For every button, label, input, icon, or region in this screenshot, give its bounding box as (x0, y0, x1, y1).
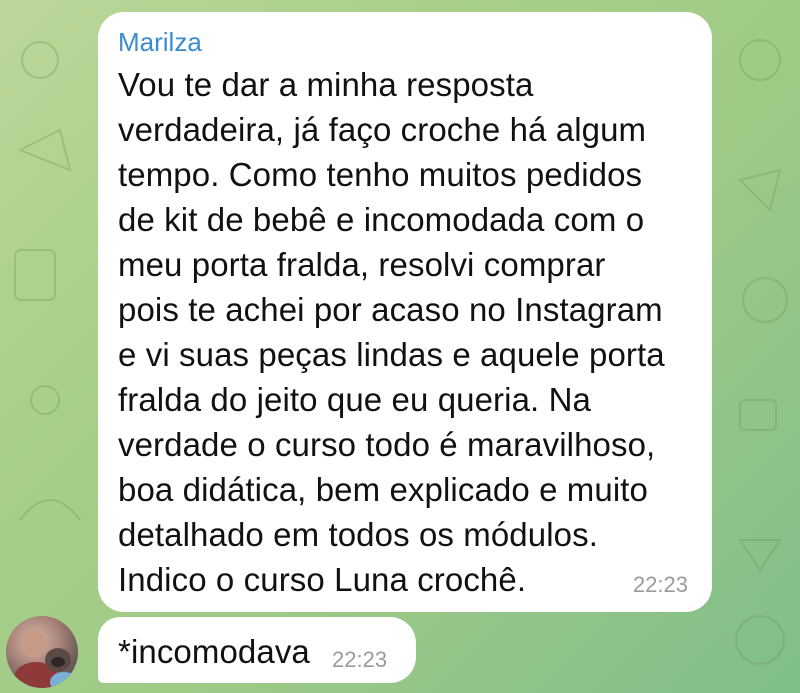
message-bubble-incoming[interactable]: Marilza Vou te dar a minha resposta verd… (98, 12, 712, 612)
avatar-photo-icon (14, 630, 78, 688)
message-bubble-incoming-followup[interactable]: *incomodava 22:23 (98, 617, 416, 683)
sender-name[interactable]: Marilza (118, 26, 692, 58)
message-text: Vou te dar a minha resposta verdadeira, … (118, 66, 665, 598)
message-text: *incomodava (118, 633, 310, 670)
sender-avatar[interactable] (6, 616, 78, 688)
message-timestamp: 22:23 (632, 572, 688, 597)
message-timestamp: 22:23 (332, 647, 388, 672)
